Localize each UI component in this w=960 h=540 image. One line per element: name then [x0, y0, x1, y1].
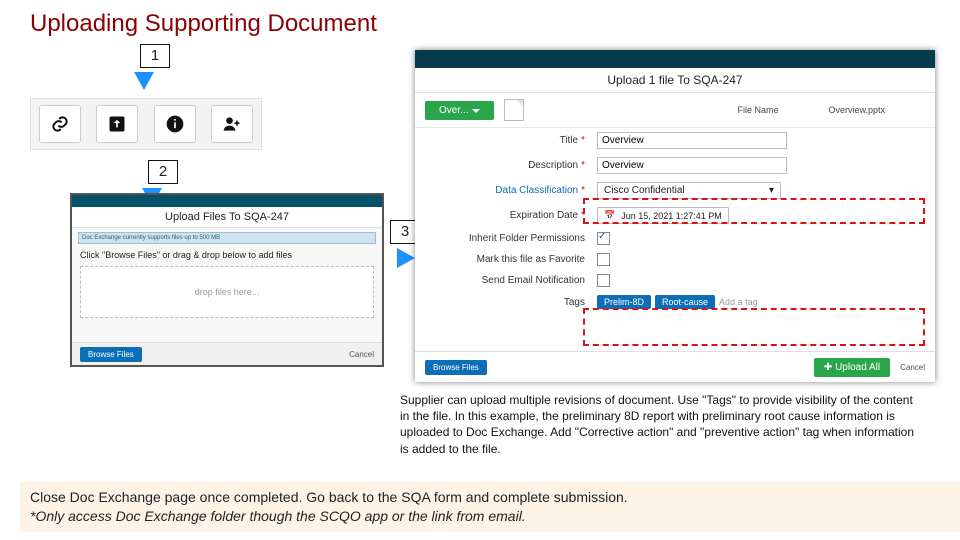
- explanatory-paragraph: Supplier can upload multiple revisions o…: [400, 392, 920, 457]
- closing-line-1: Close Doc Exchange page once completed. …: [30, 488, 950, 507]
- overwrite-dropdown[interactable]: Over...: [425, 101, 494, 120]
- tag-chip[interactable]: Prelim-8D: [597, 295, 651, 309]
- cancel-button[interactable]: Cancel: [900, 363, 925, 372]
- upload-icon[interactable]: [96, 105, 138, 143]
- upload-dialog-large: Upload 1 file To SQA-247 Over... File Na…: [415, 50, 935, 382]
- title-label: Title: [560, 135, 579, 146]
- inherit-checkbox[interactable]: [597, 232, 610, 245]
- browse-files-button[interactable]: Browse Files: [425, 360, 487, 375]
- browse-files-button[interactable]: Browse Files: [80, 347, 142, 362]
- description-label: Description: [528, 160, 578, 171]
- link-icon[interactable]: [39, 105, 81, 143]
- closing-note: Close Doc Exchange page once completed. …: [20, 482, 960, 532]
- instruction-text: Click "Browse Files" or drag & drop belo…: [72, 248, 382, 262]
- upload-dialog-small: Upload Files To SQA-247 Doc Exchange cur…: [70, 193, 384, 367]
- step-1-label: 1: [140, 44, 170, 68]
- arrow-right-icon: [397, 248, 415, 268]
- classification-dropdown[interactable]: Cisco Confidential▾: [597, 182, 781, 199]
- dialog-title: Upload Files To SQA-247: [72, 207, 382, 228]
- title-field[interactable]: [597, 132, 787, 149]
- email-label: Send Email Notification: [425, 275, 597, 286]
- highlight-box: [583, 198, 925, 224]
- step-2-label: 2: [148, 160, 178, 184]
- description-field[interactable]: [597, 157, 787, 174]
- dropzone[interactable]: drop files here...: [80, 266, 374, 318]
- expiration-label: Expiration Date: [510, 210, 578, 221]
- classification-label: Data Classification: [495, 185, 578, 196]
- filename-value: Overview.pptx: [828, 105, 885, 115]
- upload-all-button[interactable]: ✚ Upload All: [814, 358, 890, 377]
- info-icon[interactable]: [154, 105, 196, 143]
- highlight-box: [583, 308, 925, 346]
- add-user-icon[interactable]: [211, 105, 253, 143]
- arrow-down-icon: [134, 72, 154, 90]
- file-icon: [504, 99, 524, 121]
- tag-chip[interactable]: Root-cause: [655, 295, 715, 309]
- toolbar: [30, 98, 262, 150]
- dialog-title: Upload 1 file To SQA-247: [415, 68, 935, 93]
- favorite-checkbox[interactable]: [597, 253, 610, 266]
- page-title: Uploading Supporting Document: [0, 0, 960, 44]
- tags-label: Tags: [425, 297, 597, 308]
- info-banner: Doc Exchange currently supports files up…: [78, 232, 376, 244]
- inherit-label: Inherit Folder Permissions: [425, 233, 597, 244]
- closing-line-2: *Only access Doc Exchange folder though …: [30, 507, 950, 526]
- cancel-button[interactable]: Cancel: [349, 350, 374, 359]
- add-tag[interactable]: Add a tag: [719, 297, 758, 307]
- col-filename: File Name: [737, 105, 778, 115]
- email-checkbox[interactable]: [597, 274, 610, 287]
- favorite-label: Mark this file as Favorite: [425, 254, 597, 265]
